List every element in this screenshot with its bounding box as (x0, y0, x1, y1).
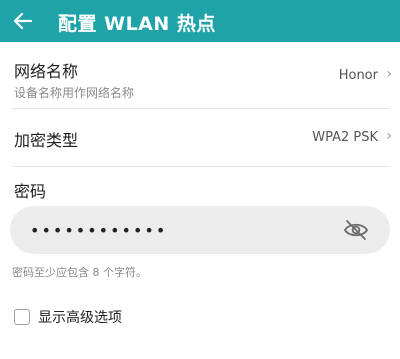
chevron-right-icon: › (386, 128, 392, 144)
password-hint: 密码至少应包含 8 个字符。 (12, 266, 147, 279)
advanced-options-label: 显示高级选项 (38, 310, 122, 326)
page-title: 配置 WLAN 热点 (58, 13, 216, 35)
back-button[interactable] (6, 4, 40, 38)
app-bar: 配置 WLAN 热点 (0, 0, 400, 42)
password-label: 密码 (14, 182, 47, 201)
network-name-subtitle: 设备名称用作网络名称 (14, 86, 135, 100)
network-name-row[interactable]: 网络名称 设备名称用作网络名称 Honor › (0, 42, 400, 106)
security-row[interactable]: 加密类型 WPA2 PSK › (0, 109, 400, 165)
back-arrow-icon (13, 12, 33, 30)
divider (12, 166, 390, 167)
password-field (10, 206, 390, 254)
network-name-label: 网络名称 (14, 62, 79, 81)
eye-off-icon (343, 220, 369, 240)
advanced-options-row[interactable]: 显示高级选项 (14, 306, 122, 328)
chevron-right-icon: › (386, 66, 392, 82)
network-name-value: Honor (338, 68, 378, 83)
password-input[interactable] (30, 206, 330, 254)
security-label: 加密类型 (14, 131, 79, 150)
advanced-options-checkbox[interactable] (14, 309, 30, 325)
security-value: WPA2 PSK (312, 130, 378, 145)
password-visibility-toggle[interactable] (342, 218, 370, 242)
